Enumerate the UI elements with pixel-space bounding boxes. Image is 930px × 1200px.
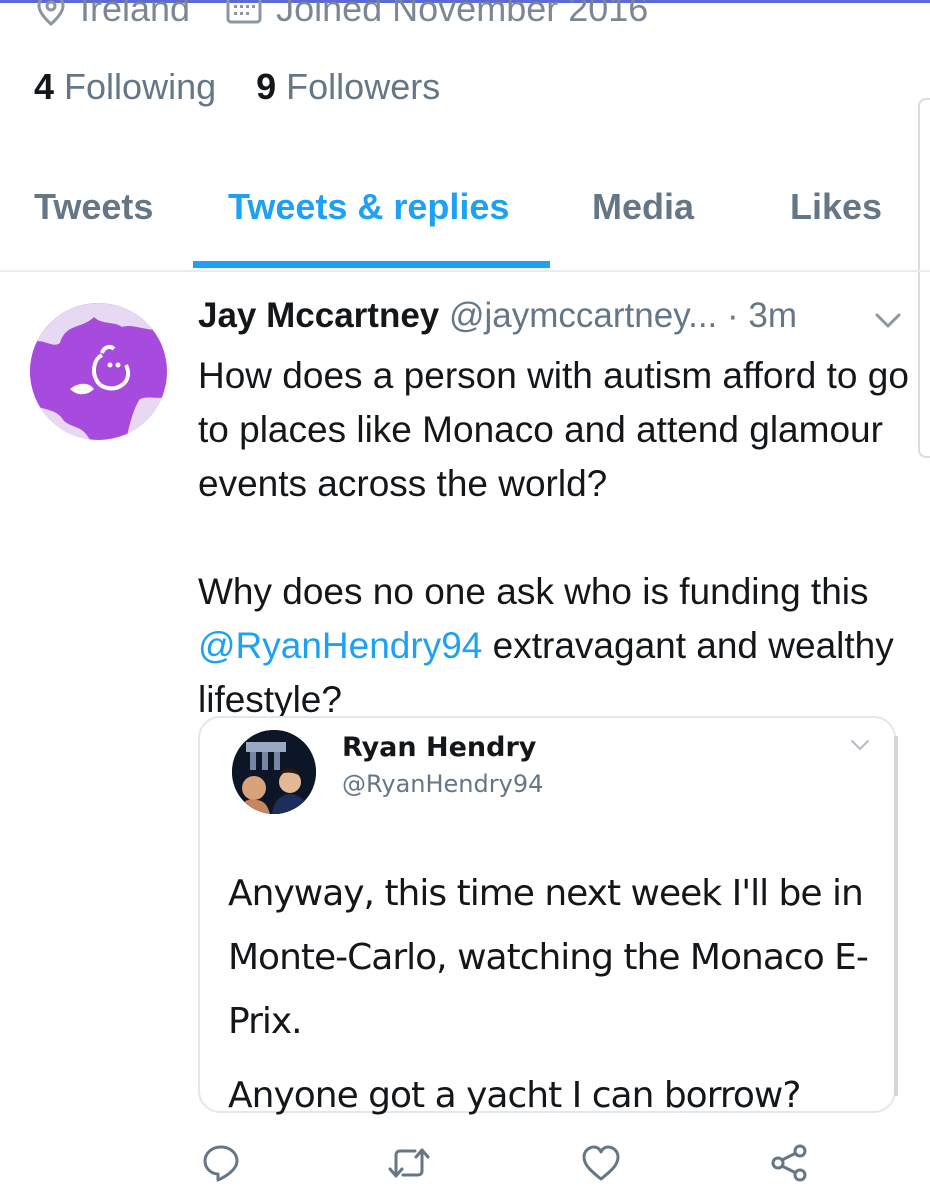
quoted-author-name: Ryan Hendry <box>342 732 537 763</box>
chevron-down-icon <box>850 738 870 756</box>
tab-media[interactable]: Media <box>592 186 694 228</box>
following-label: Following <box>64 66 217 107</box>
calendar-icon <box>226 0 262 24</box>
mention-link[interactable]: @RyanHendry94 <box>198 625 482 666</box>
reply-button[interactable] <box>198 1142 244 1188</box>
tweet-paragraph-2: Why does no one ask who is funding this … <box>198 565 918 727</box>
followers-count: 9 <box>256 66 277 107</box>
quoted-tweet-text: Anyway, this time next week I'll be in M… <box>228 862 878 1128</box>
profile-tabs: Tweets Tweets & replies Media Likes <box>0 178 930 272</box>
active-tab-indicator <box>193 261 550 268</box>
author-handle[interactable]: @jaymccartney... <box>449 296 717 335</box>
tweet-paragraph-1: How does a person with autism afford to … <box>198 355 909 504</box>
followers-link[interactable]: 9 Followers <box>256 66 440 107</box>
following-count: 4 <box>34 66 55 107</box>
tab-tweets[interactable]: Tweets <box>34 186 153 228</box>
share-button[interactable] <box>766 1142 812 1188</box>
author-avatar[interactable] <box>30 303 167 440</box>
location-text: Ireland <box>80 0 191 29</box>
quoted-author-handle: @RyanHendry94 <box>342 770 544 798</box>
follow-stats: 4 Following 9 Followers <box>34 66 440 108</box>
tab-tweets-and-replies[interactable]: Tweets & replies <box>228 186 509 228</box>
heart-icon <box>581 1144 621 1187</box>
quoted-tweet-edge <box>894 736 898 1096</box>
profile-meta: Ireland Joined November 2016 <box>36 0 648 32</box>
tweet-text: How does a person with autism afford to … <box>198 349 918 727</box>
quoted-paragraph-1: Anyway, this time next week I'll be in M… <box>228 873 869 1042</box>
tab-likes[interactable]: Likes <box>790 186 882 228</box>
quoted-tweet[interactable]: Ryan Hendry @RyanHendry94 Anyway, this t… <box>198 716 898 1116</box>
share-icon <box>769 1143 809 1188</box>
followers-label: Followers <box>286 66 441 107</box>
retweet-icon <box>387 1143 431 1188</box>
quoted-paragraph-2: Anyone got a yacht I can borrow? <box>228 1075 801 1116</box>
tweet-time[interactable]: · 3m <box>727 296 797 335</box>
author-name[interactable]: Jay Mccartney <box>198 296 439 335</box>
scrollbar[interactable] <box>918 98 930 458</box>
chevron-down-icon[interactable] <box>874 312 902 335</box>
retweet-button[interactable] <box>386 1142 432 1188</box>
tweet-header: Jay Mccartney @jaymccartney... · 3m <box>198 296 797 336</box>
location-pin-icon <box>36 0 66 26</box>
tweet-paragraph-2-start: Why does no one ask who is funding this <box>198 571 869 612</box>
reply-icon <box>201 1143 241 1188</box>
joined-text: Joined November 2016 <box>276 0 649 29</box>
following-link[interactable]: 4 Following <box>34 66 216 107</box>
like-button[interactable] <box>578 1142 624 1188</box>
quoted-author-avatar[interactable] <box>232 730 316 814</box>
